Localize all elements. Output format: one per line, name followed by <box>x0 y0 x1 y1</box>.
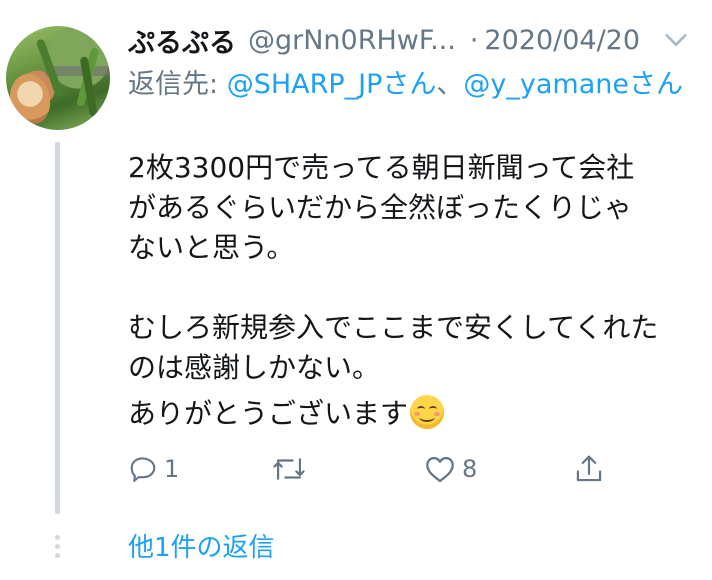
tweet-actions: 1 8 <box>128 448 608 490</box>
mention-link[interactable]: @y_yamaneさん <box>463 69 683 100</box>
tweet-text-line: むしろ新規参入でここまで安くしてくれた <box>128 311 659 344</box>
thread-line <box>55 142 60 514</box>
like-count: 8 <box>462 455 478 483</box>
tweet-date[interactable]: 2020/04/20 <box>484 25 640 56</box>
share-icon <box>576 455 602 482</box>
tweet-text: 2枚3300円で売ってる朝日新聞って会社 があるぐらいだから全然ぼったくりじゃ … <box>128 148 698 434</box>
header-separator: · <box>469 24 479 56</box>
mention-joiner: 、 <box>436 69 464 100</box>
display-name[interactable]: ぷるぷる <box>128 21 236 60</box>
tweet[interactable]: ぷるぷる @grNn0RHwF... · 2020/04/20 返信先: @SH… <box>0 0 712 580</box>
mention-link[interactable]: @SHARP_JPさん <box>227 69 437 100</box>
heart-icon <box>426 456 454 483</box>
tweet-text-blank-line <box>128 268 698 308</box>
avatar-cat <box>10 74 50 124</box>
like-button[interactable]: 8 <box>424 448 477 490</box>
tweet-text-line: ないと思う。 <box>128 231 295 264</box>
reply-to: 返信先: @SHARP_JPさん、@y_yamaneさん <box>128 64 688 106</box>
tweet-text-line: 2枚3300円で売ってる朝日新聞って会社 <box>128 151 635 184</box>
reply-count: 1 <box>164 455 180 483</box>
reply-icon <box>130 457 156 482</box>
reply-to-prefix: 返信先: <box>128 69 227 100</box>
tweet-text-line: のは感謝しかない。 <box>128 351 381 384</box>
tweet-text-line: があるぐらいだから全然ぼったくりじゃ <box>128 191 633 224</box>
tweet-text-line-last: ありがとうございます <box>128 394 698 434</box>
tweet-header: ぷるぷる @grNn0RHwF... · 2020/04/20 <box>128 20 688 60</box>
share-button[interactable] <box>574 448 604 490</box>
thread-dots <box>55 535 60 559</box>
retweet-button[interactable] <box>272 448 312 490</box>
reply-button[interactable]: 1 <box>128 448 179 490</box>
user-handle[interactable]: @grNn0RHwF... <box>248 25 456 56</box>
chevron-down-icon[interactable] <box>662 26 690 54</box>
avatar[interactable] <box>6 26 110 130</box>
more-replies-link[interactable]: 他1件の返信 <box>128 528 275 568</box>
retweet-icon <box>273 458 305 480</box>
smiling-face-emoji-icon <box>410 395 445 429</box>
tweet-text-line: ありがとうございます <box>128 397 409 430</box>
